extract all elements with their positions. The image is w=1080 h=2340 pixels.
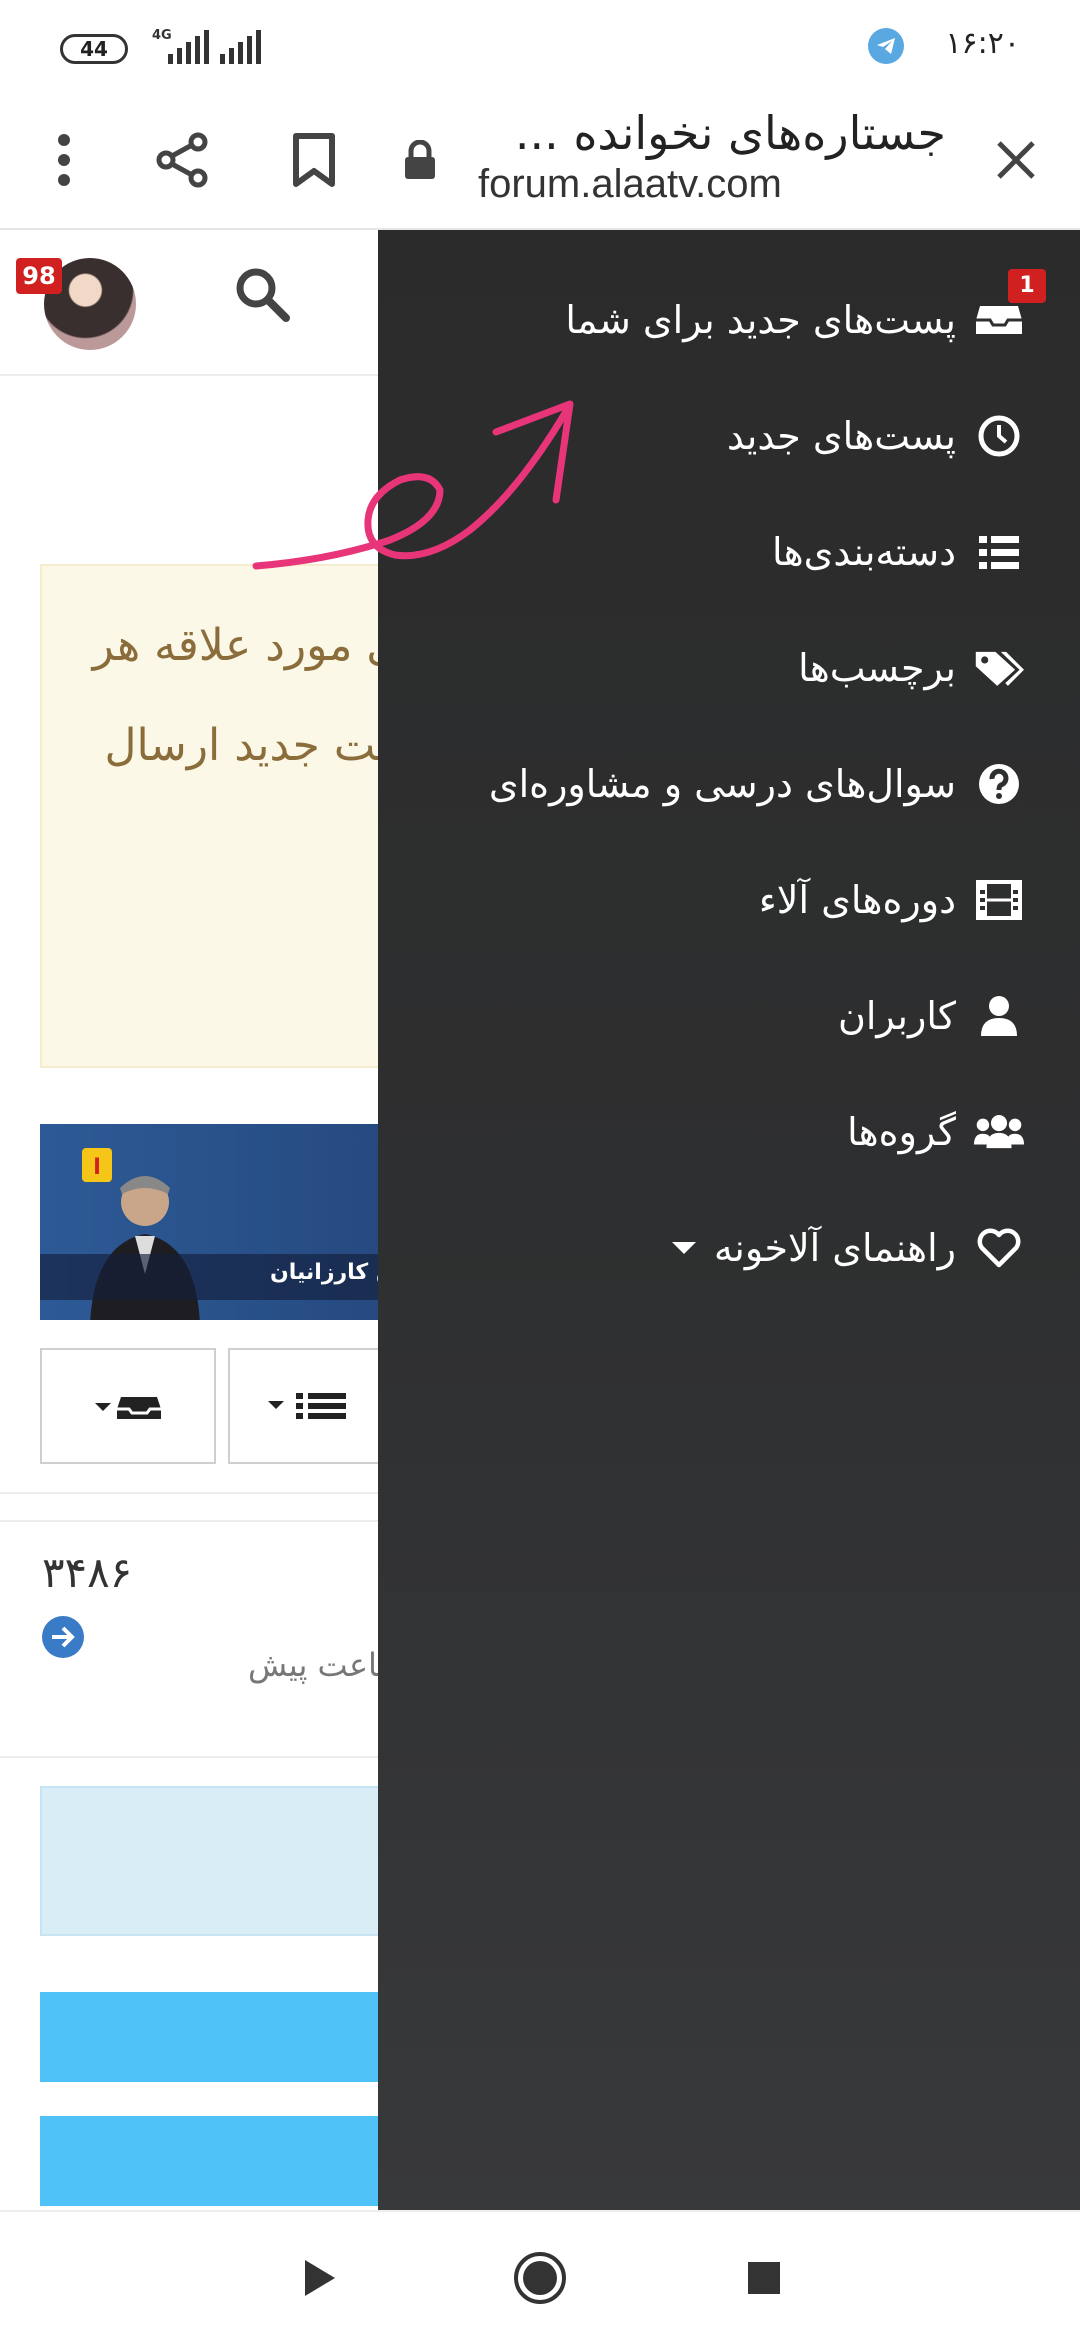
menu-item-recent[interactable]: پست‌های جدید: [727, 406, 1024, 466]
menu-item-users[interactable]: کاربران: [838, 986, 1024, 1046]
menu-item-label: دوره‌های آلاء: [758, 878, 956, 922]
menu-item-label: پست‌های جدید: [726, 414, 956, 458]
status-time: ۱۶:۲۰: [945, 26, 1020, 61]
tags-icon: [974, 643, 1024, 693]
telegram-icon: [868, 28, 904, 64]
section-divider-2: [0, 1520, 380, 1522]
battery-level: 44: [80, 37, 108, 61]
category-filter-button[interactable]: [228, 1348, 388, 1464]
bookmark-icon[interactable]: [278, 124, 350, 196]
back-play-icon[interactable]: [288, 2246, 352, 2310]
menu-item-label: پست‌های جدید برای شما: [565, 298, 956, 342]
battery-icon: 44: [60, 34, 128, 64]
menu-item-label: راهنمای آلاخونه: [713, 1226, 956, 1270]
system-navbar: [0, 2210, 1080, 2340]
menu-item-courses[interactable]: دوره‌های آلاء: [759, 870, 1024, 930]
browser-toolbar: جستاره‌های نخوانده ... forum.alaatv.com: [0, 96, 1080, 230]
banner-text: مشاوره با دبیر حسین کارزانیان: [270, 1260, 380, 1285]
menu-badge: 1: [1008, 269, 1046, 303]
user-icon: [974, 991, 1024, 1041]
heart-icon: [974, 1223, 1024, 1273]
inbox-icon: 1: [974, 269, 1046, 345]
chevron-down-icon: [671, 1242, 696, 1254]
menu-item-label: گروه‌ها: [847, 1110, 956, 1154]
notice-box: تاپیک‌های مورد علاقه هر وقت پست جدید ارس…: [40, 564, 380, 1068]
menu-item-tags[interactable]: برچسب‌ها: [798, 638, 1024, 698]
header-divider: [0, 374, 380, 376]
signal-icon-2: [220, 28, 264, 64]
menu-item-label: برچسب‌ها: [798, 646, 956, 690]
inbox-icon: [95, 1397, 161, 1419]
page-title: جستاره‌های نخوانده ...: [514, 106, 946, 160]
arrow-right-circle-icon[interactable]: [42, 1616, 84, 1658]
menu-item-label: کاربران: [837, 994, 956, 1038]
blue-button-2[interactable]: [40, 2116, 380, 2206]
menu-item-label: سوال‌های درسی و مشاوره‌ای: [488, 762, 956, 806]
notification-badge: 98: [16, 258, 62, 294]
close-icon[interactable]: [980, 124, 1052, 196]
menu-item-questions[interactable]: سوال‌های درسی و مشاوره‌ای: [489, 754, 1024, 814]
nav-drawer: 1 پست‌های جدید برای شما پست‌های جدید دست…: [378, 230, 1080, 2210]
menu-item-categories[interactable]: دسته‌بندی‌ها: [772, 522, 1024, 582]
share-icon[interactable]: [146, 124, 218, 196]
clock-icon: [974, 411, 1024, 461]
list-icon: [268, 1393, 346, 1419]
topic-count: ۳۴۸۶: [42, 1548, 133, 1597]
page-url[interactable]: forum.alaatv.com: [478, 162, 782, 207]
search-icon[interactable]: [232, 264, 292, 328]
more-icon[interactable]: [28, 124, 100, 196]
status-bar: 44 4G ۱۶:۲۰: [0, 0, 1080, 96]
menu-item-groups[interactable]: گروه‌ها: [847, 1102, 1024, 1162]
signal-icon: [168, 28, 212, 64]
blue-button[interactable]: [40, 1992, 380, 2082]
notice-text: تاپیک‌های مورد علاقه هر وقت پست جدید ارس…: [92, 620, 378, 871]
watch-filter-button[interactable]: [40, 1348, 216, 1464]
recents-square-icon[interactable]: [732, 2246, 796, 2310]
page-content: 98 تاپیک‌های مورد علاقه هر وقت پست جدید …: [0, 230, 432, 2210]
course-banner[interactable]: ا مشاوره با دبیر حسین کارزانیان: [40, 1124, 380, 1320]
users-icon: [974, 1107, 1024, 1157]
question-circle-icon: [974, 759, 1024, 809]
home-circle-icon[interactable]: [508, 2246, 572, 2310]
section-divider-3: [0, 1756, 380, 1758]
menu-item-guide[interactable]: راهنمای آلاخونه: [671, 1218, 1024, 1278]
info-box: [40, 1786, 380, 1936]
list-icon: [974, 527, 1024, 577]
menu-item-label: دسته‌بندی‌ها: [772, 530, 956, 574]
menu-item-unread[interactable]: 1 پست‌های جدید برای شما: [565, 269, 1046, 350]
screen: 44 4G ۱۶:۲۰: [0, 0, 1080, 2340]
section-divider: [0, 1492, 380, 1494]
film-icon: [974, 875, 1024, 925]
